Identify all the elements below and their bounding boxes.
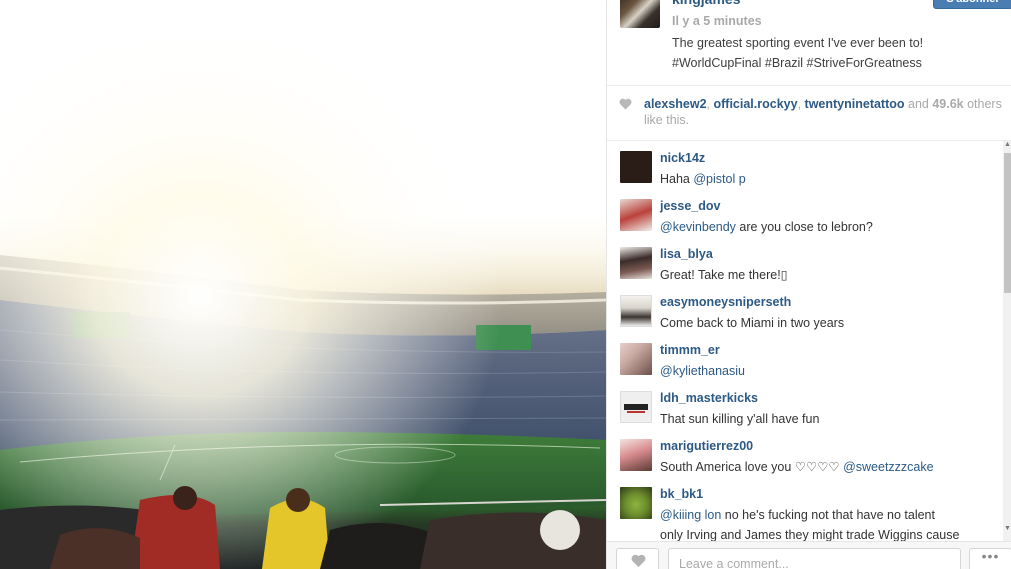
likes-count[interactable]: 49.6k — [932, 97, 963, 111]
follow-button[interactable]: S'abonner — [933, 0, 1011, 9]
likes-summary: alexshew2, official.rockyy, twentynineta… — [607, 86, 1011, 141]
commenter-username[interactable]: nick14z — [660, 151, 705, 165]
commenter-avatar[interactable] — [620, 391, 652, 423]
post-photo[interactable] — [0, 0, 606, 569]
ellipsis-icon: ••• — [981, 548, 1000, 564]
comment-item: lisa_blya Great! Take me there!▯ — [607, 237, 1003, 285]
comment-body-tail: p — [735, 172, 746, 186]
comment-text: Haha @pistol p — [660, 169, 1000, 189]
commenter-avatar[interactable] — [620, 199, 652, 231]
comment-mention[interactable]: @kyliethanasiu — [660, 364, 745, 378]
post-sidebar: kingjames S'abonner Il y a 5 minutes The… — [606, 0, 1011, 569]
comment-item: bk_bk1 @kiiing lon no he's fucking not t… — [607, 477, 1003, 541]
commenter-avatar[interactable] — [620, 295, 652, 327]
likes-and: and — [904, 97, 933, 111]
comment-mention[interactable]: @kiiing lon — [660, 508, 721, 522]
comment-mention[interactable]: @sweetzzzcake — [843, 460, 934, 474]
comment-mention[interactable]: @pistol — [693, 172, 735, 186]
commenter-username[interactable]: bk_bk1 — [660, 487, 703, 501]
post-header: kingjames S'abonner Il y a 5 minutes The… — [607, 0, 1011, 86]
likes-separator: , — [706, 97, 714, 111]
commenter-avatar[interactable] — [620, 247, 652, 279]
like-button[interactable] — [616, 548, 659, 569]
comment-body: no he's fucking not that have no talent — [721, 508, 935, 522]
owner-avatar[interactable] — [620, 0, 660, 28]
comment-mention[interactable]: @kevinbendy — [660, 220, 736, 234]
commenter-username[interactable]: timmm_er — [660, 343, 720, 357]
comments-list[interactable]: nick14z Haha @pistol p jesse_dov @kevinb… — [607, 141, 1003, 541]
comment-text: Great! Take me there!▯ — [660, 268, 788, 282]
comment-item: jesse_dov @kevinbendy are you close to l… — [607, 189, 1003, 237]
scroll-thumb[interactable] — [1004, 153, 1011, 293]
comment-body: Haha — [660, 172, 694, 186]
commenter-avatar[interactable] — [620, 439, 652, 471]
comment-body: are you close to lebron? — [735, 220, 873, 234]
likes-separator: , — [797, 97, 805, 111]
comment-item: nick14z Haha @pistol p — [607, 141, 1003, 189]
heart-icon[interactable] — [619, 98, 632, 110]
post-timestamp: Il y a 5 minutes — [672, 14, 762, 28]
comment-text: @kevinbendy are you close to lebron? — [660, 217, 1000, 237]
commenter-username[interactable]: ldh_masterkicks — [660, 391, 758, 405]
comment-text: Come back to Miami in two years — [660, 316, 845, 330]
scroll-up-arrow-icon[interactable]: ▲ — [1004, 141, 1011, 149]
commenter-avatar[interactable] — [620, 343, 652, 375]
comment-item: easymoneysniperseth Come back to Miami i… — [607, 285, 1003, 333]
comment-body: South America love you ♡♡♡♡ — [660, 460, 844, 474]
commenter-avatar[interactable] — [620, 151, 652, 183]
commenter-username[interactable]: easymoneysniperseth — [660, 295, 791, 309]
liker-link[interactable]: alexshew2 — [644, 97, 707, 111]
comment-text: @kyliethanasiu — [660, 361, 1000, 381]
commenter-username[interactable]: jesse_dov — [660, 199, 720, 213]
comment-item: marigutierrez00 South America love you ♡… — [607, 429, 1003, 477]
heart-icon — [631, 554, 646, 567]
owner-username[interactable]: kingjames — [672, 0, 740, 7]
stadium-photo-illustration — [0, 0, 606, 569]
scroll-down-arrow-icon[interactable]: ▼ — [1004, 525, 1011, 533]
comment-text: @kiiing lon no he's fucking not that hav… — [660, 505, 1000, 525]
comment-item: ldh_masterkicks That sun killing y'all h… — [607, 381, 1003, 429]
likes-text: alexshew2, official.rockyy, twentynineta… — [644, 96, 1004, 128]
commenter-username[interactable]: marigutierrez00 — [660, 439, 753, 453]
comment-item: timmm_er @kyliethanasiu — [607, 333, 1003, 381]
post-caption: The greatest sporting event I've ever be… — [672, 36, 924, 70]
commenter-username[interactable]: lisa_blya — [660, 247, 713, 261]
commenter-avatar[interactable] — [620, 487, 652, 519]
comments-scrollbar[interactable]: ▲ ▼ — [1003, 141, 1011, 541]
comment-text: That sun killing y'all have fun — [660, 412, 820, 426]
brand-logo-icon — [624, 404, 648, 413]
comment-footer: ••• — [607, 541, 1011, 569]
liker-link[interactable]: official.rockyy — [714, 97, 798, 111]
liker-link[interactable]: twentyninetattoo — [805, 97, 905, 111]
comment-text-line2: only Irving and James they might trade W… — [660, 528, 960, 541]
comment-text: South America love you ♡♡♡♡ @sweetzzzcak… — [660, 457, 1000, 477]
comment-input[interactable] — [668, 548, 961, 569]
more-options-button[interactable]: ••• — [969, 548, 1011, 569]
